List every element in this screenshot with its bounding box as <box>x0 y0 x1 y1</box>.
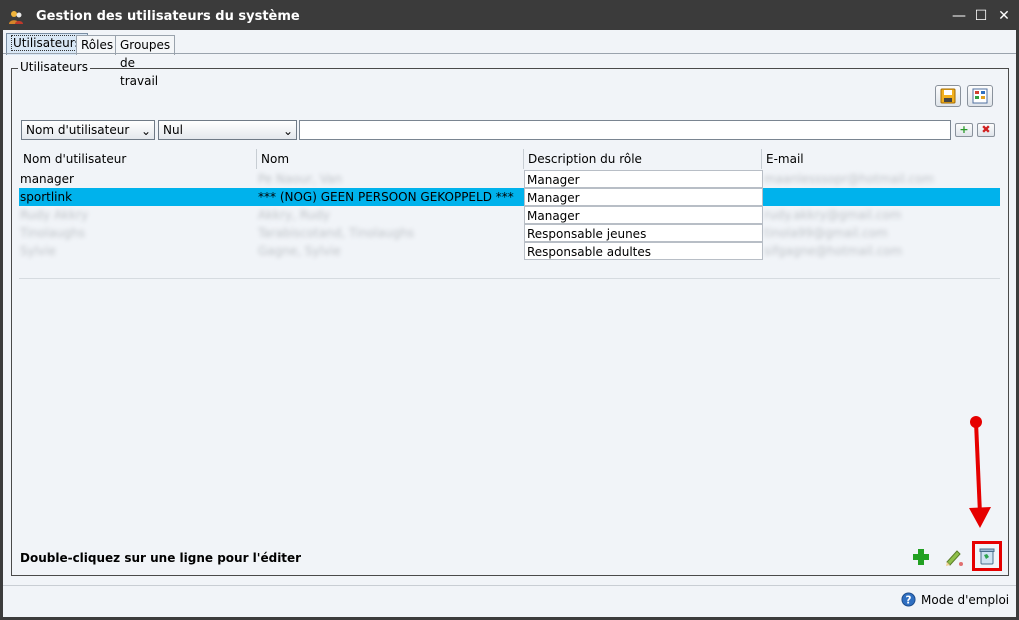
table-row[interactable]: Rudy Akkry Akkry, Rudy Manager rudy.akkr… <box>19 206 1000 224</box>
cell-role: Responsable adultes <box>524 242 763 260</box>
column-header-username[interactable]: Nom d'utilisateur <box>19 149 257 169</box>
remove-filter-button[interactable]: ✖ <box>977 123 995 137</box>
cell-role: Responsable jeunes <box>524 224 763 242</box>
cell-role: Manager <box>524 188 763 206</box>
save-icon <box>940 88 956 104</box>
tab-roles[interactable]: Rôles <box>76 35 119 55</box>
title-bar[interactable]: Gestion des utilisateurs du système — ☐ … <box>0 0 1019 32</box>
cell-email: rudy.akkry@gmail.com <box>764 208 902 222</box>
cell-name: Gagne, Sylvie <box>258 244 341 258</box>
svg-text:?: ? <box>906 594 912 606</box>
filter-field-select[interactable]: Nom d'utilisateur ⌄ <box>21 120 155 140</box>
table-row[interactable]: sportlink *** (NOG) GEEN PERSOON GEKOPPE… <box>19 188 1000 206</box>
chevron-down-icon: ⌄ <box>140 124 151 138</box>
edit-hint-text: Double-cliquez sur une ligne pour l'édit… <box>20 551 302 565</box>
table-row[interactable]: Sylvie Gagne, Sylvie Responsable adultes… <box>19 242 1000 260</box>
cell-email <box>763 188 933 206</box>
users-groupbox <box>11 68 1009 576</box>
column-header-role[interactable]: Description du rôle <box>524 149 762 169</box>
filter-operator-value: Nul <box>163 123 183 137</box>
filter-value-input[interactable] <box>299 120 951 140</box>
cell-role: Manager <box>524 170 763 188</box>
cell-username: Sylvie <box>20 244 56 258</box>
add-filter-button[interactable]: + <box>955 123 973 137</box>
tab-label: Utilisateurs <box>11 35 83 51</box>
maximize-button[interactable]: ☐ <box>970 6 992 26</box>
edit-icon[interactable] <box>944 547 964 567</box>
status-divider <box>3 585 1016 586</box>
export-button[interactable] <box>967 85 993 107</box>
app-window: Gestion des utilisateurs du système — ☐ … <box>0 0 1019 620</box>
column-header-email[interactable]: E-mail <box>762 149 1000 169</box>
table-row[interactable]: manager Pe Naour, Van Manager maanlessso… <box>19 170 1000 188</box>
cell-name: Akkry, Rudy <box>258 208 330 222</box>
cell-name: Pe Naour, Van <box>258 172 343 186</box>
annotation-arrow <box>969 416 991 528</box>
cell-role: Manager <box>524 206 763 224</box>
column-header-name[interactable]: Nom <box>257 149 524 169</box>
tab-divider <box>3 53 1016 54</box>
window-title: Gestion des utilisateurs du système <box>36 9 300 24</box>
users-app-icon <box>9 11 23 24</box>
window-client-area: Utilisateurs Rôles Groupes de travail Ut… <box>3 30 1016 617</box>
filter-operator-select[interactable]: Nul ⌄ <box>158 120 297 140</box>
cell-email: tinola99@gmail.com <box>764 226 888 240</box>
table-row[interactable]: Tinolaughs Tarabiscotand, Tinolaughs Res… <box>19 224 1000 242</box>
close-button[interactable]: ✕ <box>993 6 1015 26</box>
export-icon <box>972 88 988 104</box>
help-label: Mode d'emploi <box>921 593 1010 607</box>
cell-email: maanlesssopr@hotmail.com <box>764 172 933 186</box>
cell-username: Tinolaughs <box>20 226 86 240</box>
groupbox-legend: Utilisateurs <box>18 60 90 74</box>
save-button[interactable] <box>935 85 961 107</box>
cell-username: Rudy Akkry <box>20 208 89 222</box>
add-icon[interactable] <box>911 547 931 567</box>
minimize-button[interactable]: — <box>948 6 970 26</box>
cell-username: manager <box>20 172 74 186</box>
tab-groupes-de-travail[interactable]: Groupes de travail <box>115 35 176 88</box>
cell-name: Tarabiscotand, Tinolaughs <box>258 226 415 240</box>
annotation-highlight-box <box>972 541 1002 571</box>
help-icon: ? <box>901 592 916 607</box>
table-bottom-line <box>19 278 1000 279</box>
cell-name: *** (NOG) GEEN PERSOON GEKOPPELD *** <box>258 190 514 204</box>
filter-field-value: Nom d'utilisateur <box>26 123 130 137</box>
chevron-down-icon: ⌄ <box>282 124 293 138</box>
cell-username: sportlink <box>20 190 73 204</box>
table-header: Nom d'utilisateur Nom Description du rôl… <box>19 149 1000 169</box>
cell-email: sifgagne@hotmail.com <box>764 244 903 258</box>
